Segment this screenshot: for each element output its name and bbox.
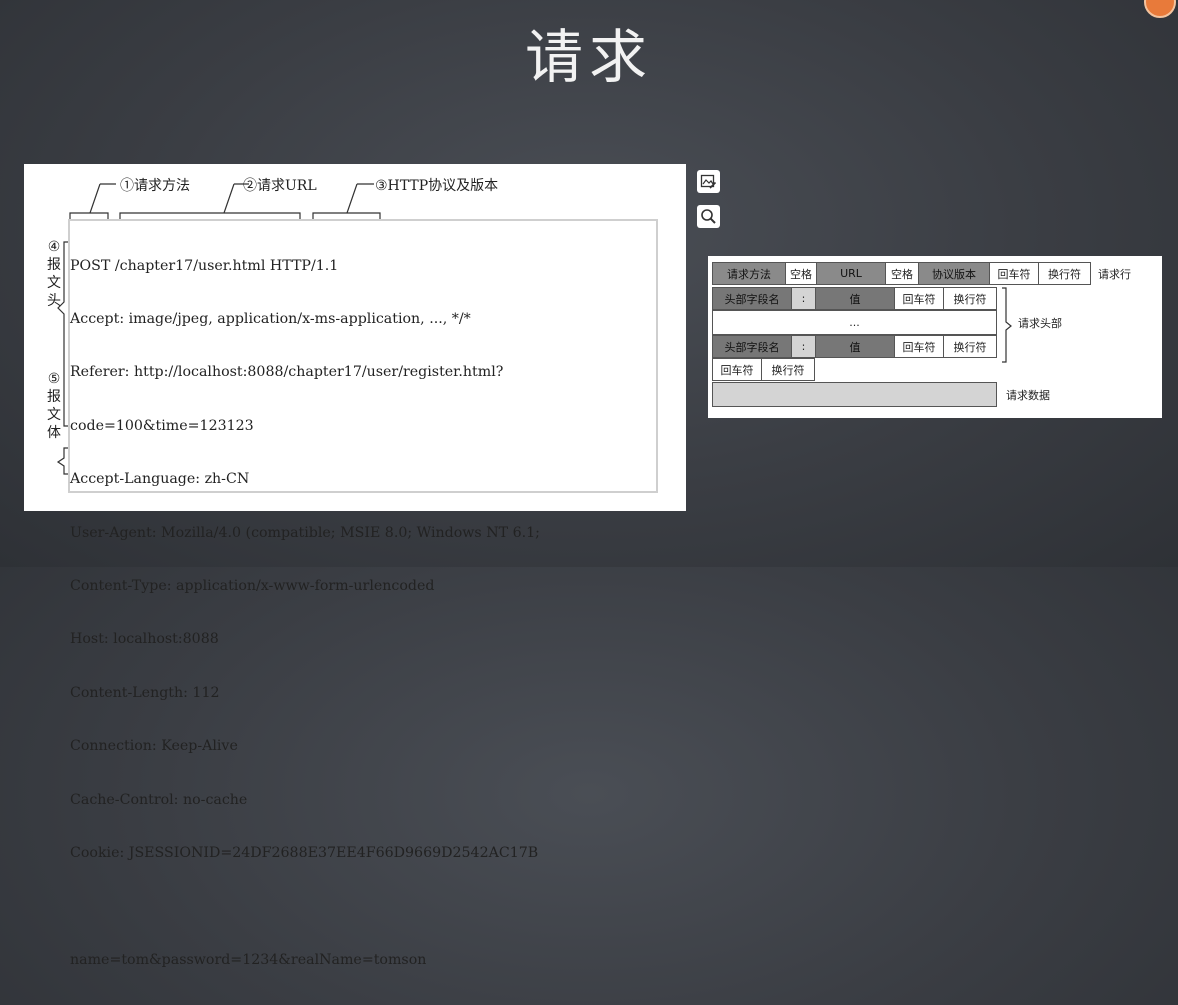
request-line: POST /chapter17/user.html HTTP/1.1 <box>70 257 339 274</box>
header-line: Referer: http://localhost:8088/chapter17… <box>70 364 504 381</box>
cell-value: 值 <box>815 335 895 358</box>
cell-colon: : <box>791 287 816 310</box>
label-request-data: 请求数据 <box>1006 389 1050 402</box>
callout-request-method: ①请求方法 <box>120 178 190 194</box>
cell-request-data <box>712 382 997 407</box>
cell-carriage-return: 回车符 <box>894 287 944 310</box>
cell-more-headers: ... <box>712 310 997 335</box>
cell-line-feed: 换行符 <box>943 335 997 358</box>
cell-carriage-return: 回车符 <box>712 358 762 381</box>
header-line: code=100&time=123123 <box>70 417 254 434</box>
body-line: name=tom&password=1234&realName=tomson <box>70 951 427 968</box>
label-request-headers: 请求头部 <box>1018 317 1062 330</box>
callout-http-version: ③HTTP协议及版本 <box>375 178 499 194</box>
callout-message-headers: ④ 报 文 头 <box>47 239 61 309</box>
callout-request-url: ②请求URL <box>243 178 317 194</box>
header-line: Host: localhost:8088 <box>70 631 219 648</box>
cell-line-feed: 换行符 <box>943 287 997 310</box>
cell-request-method: 请求方法 <box>712 262 786 285</box>
header-line: Accept: image/jpeg, application/x-ms-app… <box>70 310 471 327</box>
cell-url: URL <box>816 262 886 285</box>
cell-protocol-version: 协议版本 <box>918 262 990 285</box>
header-line: Cache-Control: no-cache <box>70 791 248 808</box>
http-request-example-panel: ①请求方法 ②请求URL ③HTTP协议及版本 ④ 报 文 头 ⑤ 报 文 体 … <box>24 164 686 968</box>
cell-line-feed: 换行符 <box>1038 262 1091 285</box>
header-line: User-Agent: Mozilla/4.0 (compatible; MSI… <box>70 524 540 541</box>
cell-carriage-return: 回车符 <box>989 262 1039 285</box>
cell-header-field-name: 头部字段名 <box>712 335 792 358</box>
cell-space: 空格 <box>785 262 817 285</box>
cell-colon: : <box>791 335 816 358</box>
header-line: Connection: Keep-Alive <box>70 738 238 755</box>
request-message-text: POST /chapter17/user.html HTTP/1.1 Accep… <box>70 222 540 1005</box>
zoom-icon <box>701 209 716 224</box>
cell-line-feed: 换行符 <box>761 358 815 381</box>
cell-value: 值 <box>815 287 895 310</box>
zoom-button[interactable] <box>697 205 720 228</box>
request-structure-diagram: 请求方法 空格 URL 空格 协议版本 回车符 换行符 请求行 头部字段名 : … <box>708 256 1162 418</box>
image-edit-button[interactable] <box>697 170 720 193</box>
header-line: Accept-Language: zh-CN <box>70 471 250 488</box>
callout-message-body: ⑤ 报 文 体 <box>47 371 61 441</box>
image-edit-icon <box>700 174 717 189</box>
cell-space: 空格 <box>885 262 919 285</box>
slide-title: 请求 <box>524 23 653 91</box>
label-request-line: 请求行 <box>1098 268 1131 281</box>
cell-carriage-return: 回车符 <box>894 335 944 358</box>
header-line: Content-Type: application/x-www-form-url… <box>70 577 435 594</box>
header-line: Content-Length: 112 <box>70 684 220 701</box>
header-line: Cookie: JSESSIONID=24DF2688E37EE4F66D966… <box>70 844 539 861</box>
cell-header-field-name: 头部字段名 <box>712 287 792 310</box>
